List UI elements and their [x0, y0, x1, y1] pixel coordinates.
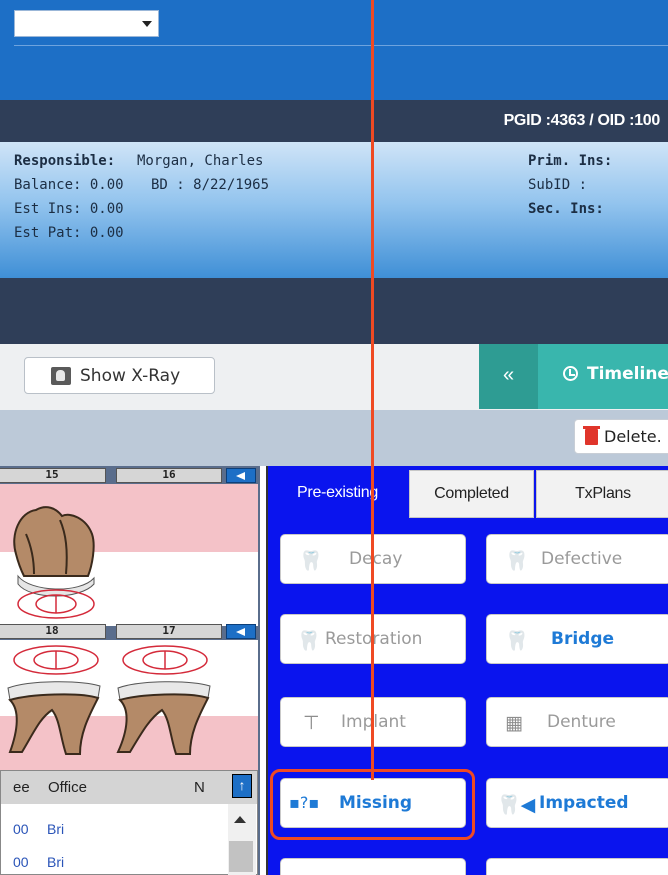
impacted-tooth-icon: 🦷◀ [497, 794, 536, 816]
column-office[interactable]: Office [48, 779, 87, 796]
bridge-label: Bridge [551, 629, 615, 649]
annotation-line [371, 0, 374, 780]
impacted-button[interactable]: 🦷◀ Impacted [486, 778, 668, 828]
denture-button[interactable]: ▦ Denture [486, 697, 668, 747]
procedure-tabs: Pre-existing Completed TxPlans [268, 470, 668, 518]
grid-header: ee Office N ↑ [1, 771, 257, 804]
balance-text: Balance: 0.00 [14, 177, 124, 193]
defective-button[interactable]: 🦷 Defective [486, 534, 668, 584]
tab-pre-existing[interactable]: Pre-existing [268, 470, 407, 518]
arrow-up-icon[interactable]: ↑ [232, 774, 252, 798]
delete-button[interactable]: Delete. [574, 419, 668, 454]
birthdate-text: BD : 8/22/1965 [151, 177, 270, 193]
responsible-label: Responsible: [14, 153, 116, 169]
bridge-icon: 🦷 [505, 630, 529, 652]
row-office: Bri [47, 854, 65, 870]
patient-select[interactable] [14, 10, 159, 37]
responsible-value: Morgan, Charles [137, 153, 264, 169]
procedure-button[interactable] [486, 858, 668, 875]
column-n[interactable]: N [194, 779, 205, 796]
timeline-button[interactable]: Timeline [538, 344, 668, 409]
tooth-number-18[interactable]: 18 [0, 624, 106, 639]
trash-icon [583, 426, 600, 445]
subid-label: SubID : [528, 177, 588, 193]
chevron-down-icon[interactable] [142, 21, 152, 27]
timeline-label: Timeline [587, 364, 668, 384]
xray-icon [51, 367, 71, 385]
action-row [0, 410, 668, 466]
annotation-highlight [270, 769, 475, 840]
denture-label: Denture [547, 712, 616, 732]
table-row[interactable]: 00 Bri [1, 815, 229, 844]
bridge-button[interactable]: 🦷 Bridge [486, 614, 668, 664]
tooth-restoration-icon: 🦷 [297, 630, 321, 652]
left-arrow-icon[interactable] [226, 468, 256, 483]
prim-ins-label: Prim. Ins: [528, 153, 613, 169]
procedure-grid: ee Office N ↑ 00 Bri 00 Bri [0, 770, 258, 875]
implant-icon: ⊤ [303, 712, 320, 734]
scroll-thumb[interactable] [229, 841, 253, 872]
tab-completed[interactable]: Completed [409, 470, 534, 518]
patient-info-panel: Responsible: Morgan, Charles Balance: 0.… [0, 142, 668, 278]
column-fee[interactable]: ee [13, 779, 30, 796]
tooth-number-17[interactable]: 17 [116, 624, 222, 639]
row-office: Bri [47, 821, 65, 837]
collapse-button[interactable]: « [479, 344, 538, 409]
row-fee: 00 [13, 821, 29, 837]
lower-tooth-drawing[interactable] [0, 640, 258, 770]
show-xray-label: Show X-Ray [80, 366, 181, 386]
impacted-label: Impacted [539, 793, 629, 813]
est-ins-text: Est Ins: 0.00 [14, 201, 124, 217]
spacer-bar [0, 278, 668, 344]
delete-label: Delete. [604, 427, 662, 446]
est-pat-text: Est Pat: 0.00 [14, 225, 124, 241]
blue-nav-bar [0, 46, 668, 100]
clock-icon [563, 366, 578, 381]
scroll-up-icon[interactable] [234, 816, 246, 823]
upper-tooth-drawing[interactable] [0, 484, 258, 626]
tab-txplans[interactable]: TxPlans [536, 470, 668, 518]
left-arrow-icon[interactable] [226, 624, 256, 639]
procedure-button[interactable] [280, 858, 466, 875]
tooth-number-15[interactable]: 15 [0, 468, 106, 483]
denture-icon: ▦ [505, 712, 523, 734]
decay-label: Decay [349, 549, 403, 569]
sec-ins-label: Sec. Ins: [528, 201, 604, 217]
tooth-icon: 🦷 [505, 550, 529, 572]
pgid-label: PGID :4363 / OID :100 [503, 112, 661, 129]
tooth-number-16[interactable]: 16 [116, 468, 222, 483]
row-fee: 00 [13, 854, 29, 870]
show-xray-button[interactable]: Show X-Ray [24, 357, 215, 394]
table-row[interactable]: 00 Bri [1, 848, 229, 875]
defective-label: Defective [541, 549, 623, 569]
tooth-icon: 🦷 [299, 550, 323, 572]
